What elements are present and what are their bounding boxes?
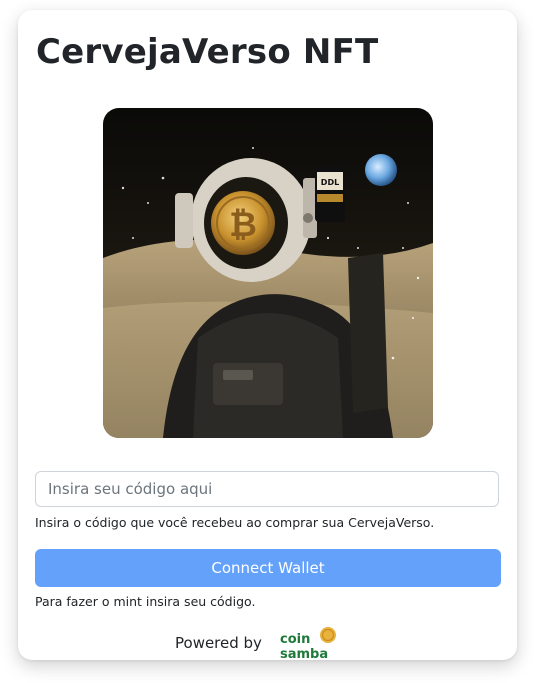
coinsamba-logo[interactable]: coin samba [278, 626, 346, 662]
code-help-text: Insira o código que você recebeu ao comp… [35, 515, 435, 530]
svg-text:samba: samba [280, 647, 328, 662]
coinsamba-logo-icon: coin samba [280, 627, 336, 662]
mint-help-text: Para fazer o mint insira seu código. [35, 594, 256, 609]
mint-card: CervejaVerso NFT ₿ DDL Insira seu código… [18, 10, 517, 662]
svg-text:DDL: DDL [321, 178, 339, 187]
code-input[interactable] [35, 471, 499, 507]
connect-wallet-button[interactable]: Connect Wallet [35, 549, 501, 587]
svg-text:coin: coin [280, 632, 310, 647]
page-title: CervejaVerso NFT [36, 32, 379, 72]
nft-artwork: ₿ DDL [103, 108, 433, 438]
astronaut-nft-image: ₿ DDL [103, 108, 433, 438]
svg-text:₿: ₿ [229, 205, 257, 245]
powered-by-label: Powered by [175, 634, 262, 652]
